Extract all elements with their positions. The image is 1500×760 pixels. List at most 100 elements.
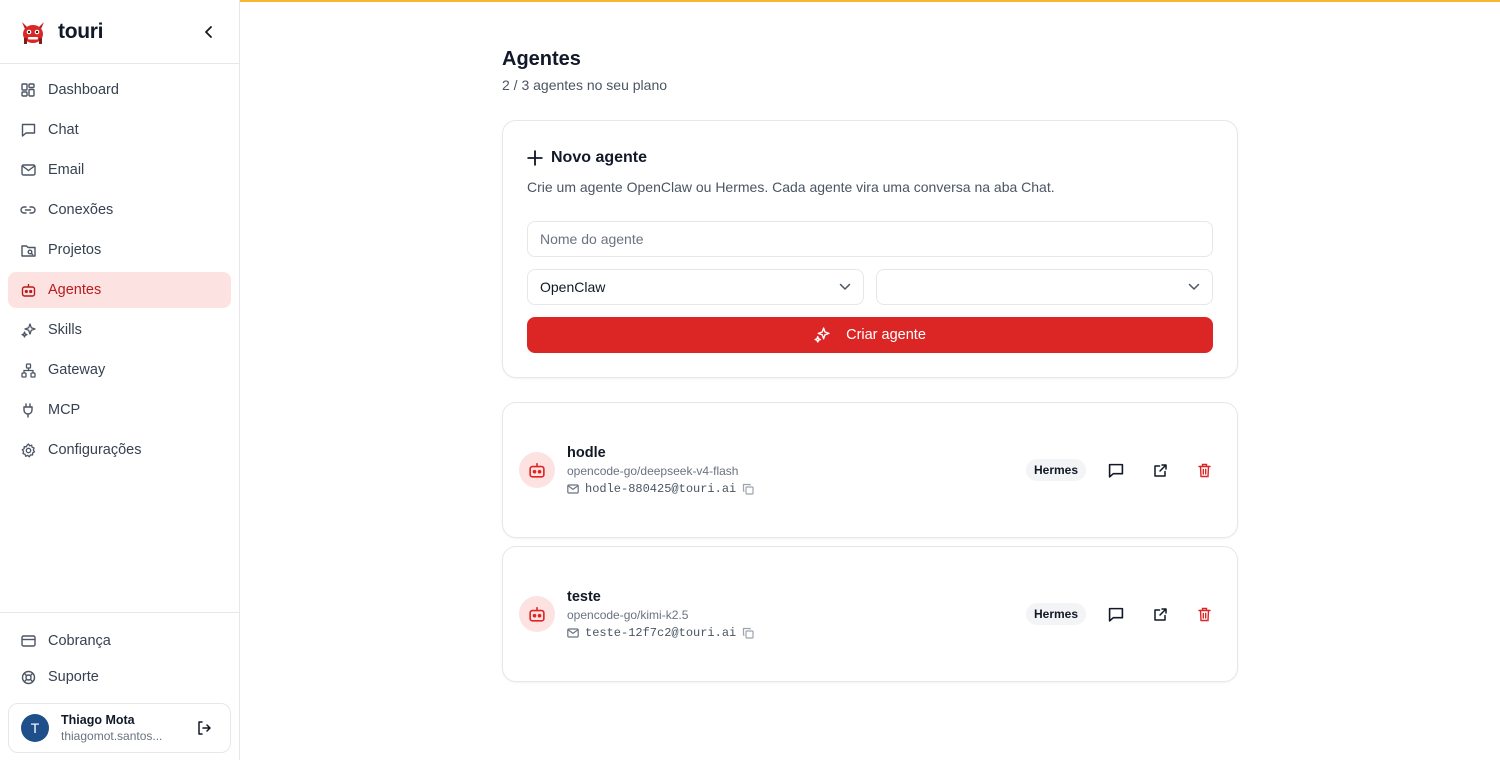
- secondary-nav: Cobrança Suporte: [8, 623, 231, 695]
- plus-icon: [527, 150, 543, 166]
- agent-name-input[interactable]: [527, 221, 1213, 257]
- sidebar-item-gateway[interactable]: Gateway: [8, 352, 231, 388]
- new-agent-card: Novo agente Crie um agente OpenClaw ou H…: [502, 120, 1238, 378]
- sidebar-item-label: Conexões: [48, 202, 114, 218]
- sidebar-item-label: MCP: [48, 402, 81, 418]
- chat-icon: [1108, 607, 1124, 622]
- link-icon: [20, 202, 36, 218]
- sidebar-item-dashboard[interactable]: Dashboard: [8, 72, 231, 108]
- gear-icon: [20, 442, 36, 458]
- runtime-select-value: OpenClaw: [540, 279, 606, 295]
- chat-icon: [1108, 463, 1124, 478]
- mail-icon: [20, 162, 36, 178]
- sidebar-item-label: Projetos: [48, 242, 102, 258]
- user-name: Thiago Mota: [61, 713, 135, 727]
- open-chat-button[interactable]: [1107, 605, 1125, 623]
- runtime-select[interactable]: OpenClaw: [527, 269, 864, 305]
- main-content: Agentes 2 / 3 agentes no seu plano Novo …: [502, 48, 1238, 682]
- new-agent-title: Novo agente: [551, 149, 648, 166]
- sidebar-item-email[interactable]: Email: [8, 152, 231, 188]
- trash-icon: [1197, 607, 1211, 621]
- external-link-icon: [1153, 607, 1167, 621]
- agent-email: hodle-880425@touri.ai: [585, 482, 737, 496]
- trash-icon: [1197, 463, 1211, 477]
- mail-icon: [567, 628, 579, 638]
- chevron-left-icon: [205, 26, 212, 38]
- bot-icon: [20, 282, 36, 298]
- brand-header: touri: [0, 0, 239, 64]
- sidebar-item-conexoes[interactable]: Conexões: [8, 192, 231, 228]
- sidebar-item-skills[interactable]: Skills: [8, 312, 231, 348]
- sidebar-item-label: Configurações: [48, 442, 142, 458]
- agent-email: teste-12f7c2@touri.ai: [585, 626, 737, 640]
- sidebar-item-label: Cobrança: [48, 633, 111, 649]
- logout-icon: [198, 721, 211, 735]
- folder-icon: [20, 242, 36, 258]
- sidebar-footer: Cobrança Suporte T Thiago Mota thiagomot…: [0, 612, 239, 760]
- main-nav: Dashboard Chat Email Conexões Projetos A…: [8, 72, 231, 472]
- bot-icon: [529, 607, 545, 622]
- agent-name: hodle: [567, 445, 606, 461]
- user-email: thiagomot.santos...: [61, 729, 163, 743]
- sidebar-item-mcp[interactable]: MCP: [8, 392, 231, 428]
- lifebuoy-icon: [20, 669, 36, 685]
- agent-email-row: hodle-880425@touri.ai: [567, 482, 754, 496]
- sidebar-item-label: Gateway: [48, 362, 106, 378]
- sidebar-item-label: Chat: [48, 122, 79, 138]
- open-chat-button[interactable]: [1107, 461, 1125, 479]
- sidebar-item-configuracoes[interactable]: Configurações: [8, 432, 231, 468]
- collapse-sidebar-button[interactable]: [199, 22, 219, 42]
- chevron-down-icon: [1188, 283, 1200, 290]
- sparkles-icon: [20, 322, 36, 338]
- sidebar-item-label: Dashboard: [48, 82, 119, 98]
- mail-icon: [567, 484, 579, 494]
- bot-icon: [529, 463, 545, 478]
- sidebar-item-projetos[interactable]: Projetos: [8, 232, 231, 268]
- page-subtitle: 2 / 3 agentes no seu plano: [502, 77, 668, 93]
- agent-email-row: teste-12f7c2@touri.ai: [567, 626, 754, 640]
- agent-avatar: [519, 596, 555, 632]
- runtime-badge: Hermes: [1026, 603, 1087, 625]
- sidebar-item-label: Suporte: [48, 669, 99, 685]
- logout-button[interactable]: [196, 720, 214, 738]
- sparkles-icon: [814, 327, 830, 343]
- sidebar-item-label: Agentes: [48, 282, 102, 298]
- user-info: Thiago Mota thiagomot.santos...: [61, 713, 181, 743]
- dashboard-icon: [20, 82, 36, 98]
- agent-model: opencode-go/kimi-k2.5: [567, 608, 689, 622]
- sidebar-item-label: Email: [48, 162, 85, 178]
- sidebar-item-label: Skills: [48, 322, 82, 338]
- create-agent-button[interactable]: Criar agente: [527, 317, 1213, 353]
- sidebar-item-cobranca[interactable]: Cobrança: [8, 623, 231, 659]
- sidebar-item-agentes[interactable]: Agentes: [8, 272, 231, 308]
- delete-agent-button[interactable]: [1195, 605, 1213, 623]
- copy-icon[interactable]: [742, 627, 754, 639]
- chevron-down-icon: [839, 283, 851, 290]
- sidebar: touri Dashboard Chat Email Conexões Proj…: [0, 0, 240, 760]
- model-select[interactable]: [876, 269, 1213, 305]
- new-agent-header: Novo agente: [527, 149, 647, 167]
- agent-model: opencode-go/deepseek-v4-flash: [567, 464, 739, 478]
- copy-icon[interactable]: [742, 483, 754, 495]
- open-external-button[interactable]: [1151, 461, 1169, 479]
- brand-name: touri: [58, 19, 104, 43]
- create-agent-button-label: Criar agente: [846, 327, 926, 343]
- agent-avatar: [519, 452, 555, 488]
- avatar: T: [21, 714, 49, 742]
- new-agent-description: Crie um agente OpenClaw ou Hermes. Cada …: [527, 179, 1055, 195]
- page-title: Agentes: [502, 48, 581, 70]
- external-link-icon: [1153, 463, 1167, 477]
- agent-card: teste opencode-go/kimi-k2.5 teste-12f7c2…: [502, 546, 1238, 682]
- credit-card-icon: [20, 633, 36, 649]
- network-icon: [20, 362, 36, 378]
- delete-agent-button[interactable]: [1195, 461, 1213, 479]
- plug-icon: [20, 402, 36, 418]
- touri-logo-icon: [18, 17, 48, 47]
- user-card[interactable]: T Thiago Mota thiagomot.santos...: [8, 703, 231, 753]
- runtime-badge: Hermes: [1026, 459, 1087, 481]
- sidebar-item-suporte[interactable]: Suporte: [8, 659, 231, 695]
- open-external-button[interactable]: [1151, 605, 1169, 623]
- sidebar-item-chat[interactable]: Chat: [8, 112, 231, 148]
- agent-name: teste: [567, 589, 601, 605]
- chat-icon: [20, 122, 36, 138]
